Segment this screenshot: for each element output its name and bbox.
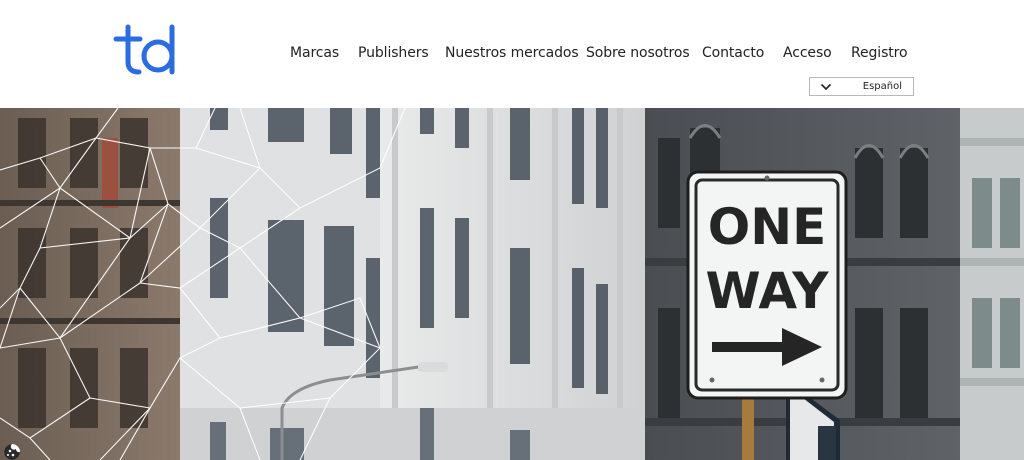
nav-item-marcas[interactable]: Marcas [290, 45, 339, 61]
sign-line-1: ONE [708, 198, 827, 256]
language-selected: Español [862, 81, 902, 92]
nav-item-acceso[interactable]: Acceso [783, 45, 832, 61]
nav-item-registro[interactable]: Registro [851, 45, 908, 61]
sign-line-2: WAY [705, 262, 829, 320]
hero-image: ONE WAY [0, 108, 1024, 460]
one-way-sign: ONE WAY [686, 170, 848, 400]
brand-logo[interactable] [112, 24, 178, 76]
language-selector[interactable]: Español [809, 77, 914, 96]
nav-item-sobre-nosotros[interactable]: Sobre nosotros [586, 45, 690, 61]
chevron-down-icon [820, 83, 832, 91]
hero-street-scene: ONE WAY [0, 108, 1024, 460]
nav-item-contacto[interactable]: Contacto [702, 45, 764, 61]
nav-item-publishers[interactable]: Publishers [358, 45, 429, 61]
cookie-icon[interactable] [2, 442, 20, 460]
nav-item-nuestros-mercados[interactable]: Nuestros mercados [445, 45, 579, 61]
site-header: Marcas Publishers Nuestros mercados Sobr… [0, 0, 1024, 108]
